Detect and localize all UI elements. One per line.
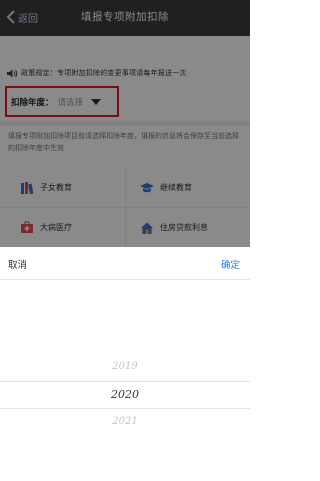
year-option[interactable]: 2019 <box>0 361 250 372</box>
year-wheel[interactable]: 2019 2020 2021 <box>0 281 250 481</box>
confirm-button[interactable]: 确定 <box>221 257 240 271</box>
year-option[interactable]: 2021 <box>0 416 250 427</box>
year-picker-sheet: 取消 确定 2019 2020 2021 <box>0 247 250 481</box>
selection-line-top <box>0 381 250 382</box>
picker-header: 取消 确定 <box>0 247 250 280</box>
cancel-button[interactable]: 取消 <box>8 257 27 271</box>
selection-line-bottom <box>0 408 250 409</box>
year-option-selected[interactable]: 2020 <box>0 388 250 401</box>
